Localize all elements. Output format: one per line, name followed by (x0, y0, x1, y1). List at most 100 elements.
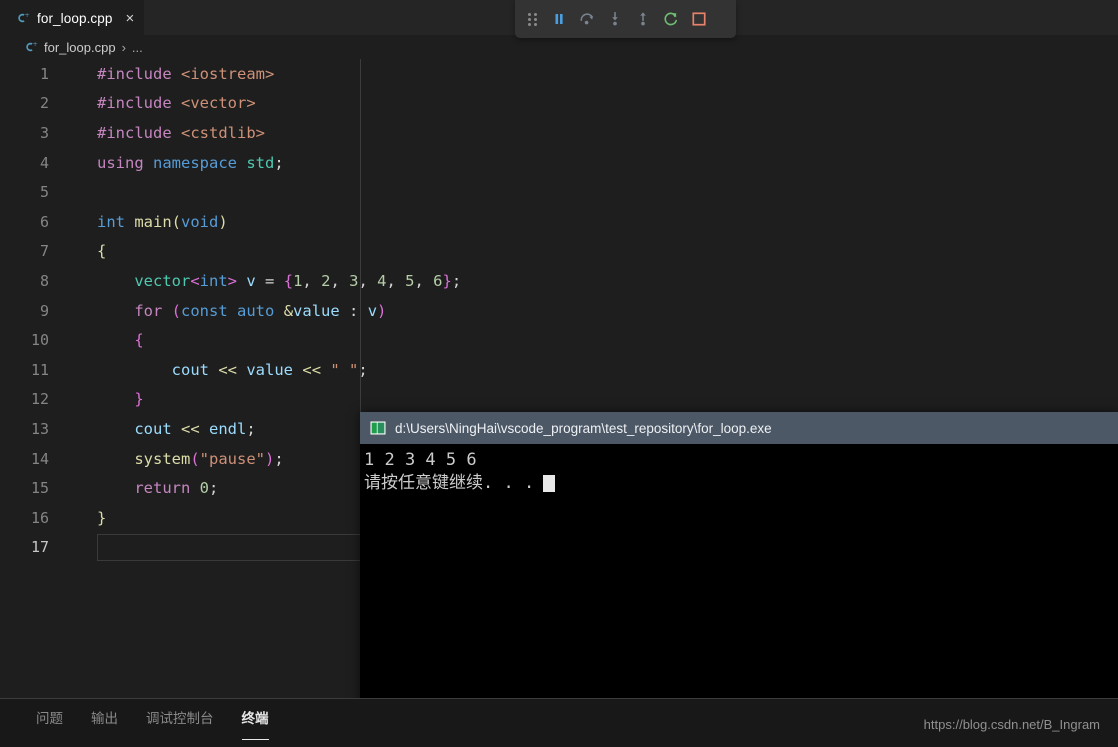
panel-tab-0[interactable]: 问题 (22, 699, 77, 735)
code-line[interactable]: 6 int main(void) (0, 207, 1118, 237)
code-token: ) (377, 301, 387, 320)
code-token: cout (171, 360, 209, 379)
console-line: 1 2 3 4 5 6 (364, 449, 1118, 472)
code-token: cout (134, 419, 172, 438)
code-token: ( (171, 301, 182, 320)
step-out-icon (640, 12, 646, 26)
watermark: https://blog.csdn.net/B_Ingram (923, 717, 1100, 732)
code-token: , (358, 271, 378, 290)
code-line-text: #include <iostream> (68, 65, 274, 83)
line-number: 4 (39, 153, 49, 172)
code-token: = (265, 271, 275, 290)
restart-icon (664, 12, 677, 26)
code-token: const (181, 301, 238, 320)
breadcrumb-file[interactable]: for_loop.cpp (44, 40, 116, 55)
line-number: 2 (39, 94, 49, 113)
code-token: 0 (199, 479, 210, 498)
code-token: { (97, 242, 107, 261)
code-line[interactable]: 8 vector<int> v = {1, 2, 3, 4, 5, 6}; (0, 266, 1118, 296)
program-console-window[interactable]: d:\Users\NingHai\vscode_program\test_rep… (360, 412, 1118, 747)
console-block-cursor (543, 475, 556, 492)
code-line-text: cout << endl; (68, 419, 256, 438)
code-token: <iostream> (181, 64, 275, 83)
code-token: <cstdlib> (181, 123, 265, 142)
console-line-text: 请按任意键继续. . . (364, 473, 535, 493)
code-token: int (97, 212, 135, 231)
code-token: namespace (153, 153, 247, 172)
code-token: value (246, 360, 294, 379)
cpp-file-icon: + (14, 10, 30, 26)
code-token: > (227, 271, 238, 290)
chevron-right-icon: › (121, 39, 126, 55)
code-line-text: } (68, 390, 143, 408)
line-number: 13 (30, 419, 49, 438)
code-token: v (367, 301, 378, 320)
editor-tab-for-loop-cpp[interactable]: + for_loop.cpp × (0, 0, 145, 35)
svg-text:+: + (24, 11, 29, 19)
code-line[interactable]: 11 cout << value << " "; (0, 355, 1118, 385)
debug-pause-button[interactable] (545, 5, 573, 33)
code-line[interactable]: 3 #include <cstdlib> (0, 118, 1118, 148)
code-token: ; (274, 153, 284, 172)
console-title-bar[interactable]: d:\Users\NingHai\vscode_program\test_rep… (360, 412, 1118, 444)
pause-icon (555, 14, 563, 24)
breadcrumb-overflow[interactable]: ... (132, 40, 143, 55)
code-line[interactable]: 12 } (0, 385, 1118, 415)
code-line-text: #include <vector> (68, 94, 256, 112)
line-number: 12 (30, 390, 49, 409)
code-token: int (199, 271, 228, 290)
debug-step-over-button[interactable] (573, 5, 601, 33)
code-token: return (134, 479, 191, 498)
line-number: 3 (39, 123, 49, 142)
debug-stop-button[interactable] (685, 5, 713, 33)
code-token: main (134, 212, 172, 231)
close-icon[interactable]: × (126, 11, 135, 26)
panel-tab-1[interactable]: 输出 (77, 699, 132, 735)
code-token: , (386, 271, 406, 290)
code-line[interactable]: 9 for (const auto &value : v) (0, 296, 1118, 326)
code-token: ; (274, 449, 284, 468)
code-token: #include (97, 64, 181, 83)
code-line-text: int main(void) (68, 213, 228, 231)
code-token: " " (330, 360, 359, 379)
debug-step-out-button[interactable] (629, 5, 657, 33)
debug-restart-button[interactable] (657, 5, 685, 33)
debug-toolbar[interactable] (515, 0, 736, 38)
code-token: #include (97, 94, 181, 113)
panel-tab-3[interactable]: 终端 (228, 699, 283, 740)
code-token: vector (134, 271, 191, 290)
line-number: 9 (39, 301, 49, 320)
code-line[interactable]: 10 { (0, 325, 1118, 355)
code-line[interactable]: 4 using namespace std; (0, 148, 1118, 178)
code-token: ; (209, 479, 219, 498)
panel-tab-2[interactable]: 调试控制台 (132, 699, 228, 735)
code-line[interactable]: 2 #include <vector> (0, 89, 1118, 119)
code-token: << (218, 360, 237, 379)
debug-toolbar-drag-handle[interactable] (519, 5, 545, 33)
code-line[interactable]: 7{ (0, 237, 1118, 267)
code-token: } (442, 271, 452, 290)
code-token: std (246, 153, 275, 172)
code-token: <vector> (181, 94, 256, 113)
console-line: 请按任意键继续. . . (364, 472, 1118, 495)
console-output: 1 2 3 4 5 6 请按任意键继续. . . (360, 444, 1118, 495)
debug-step-into-button[interactable] (601, 5, 629, 33)
code-token: ; (246, 419, 256, 438)
code-token: ) (218, 212, 228, 231)
code-token: , (414, 271, 434, 290)
code-token: endl (209, 419, 247, 438)
code-line[interactable]: 1 #include <iostream> (0, 59, 1118, 89)
code-token: system (134, 449, 191, 468)
console-line-text: 1 2 3 4 5 6 (364, 450, 477, 470)
code-line[interactable]: 5 (0, 177, 1118, 207)
